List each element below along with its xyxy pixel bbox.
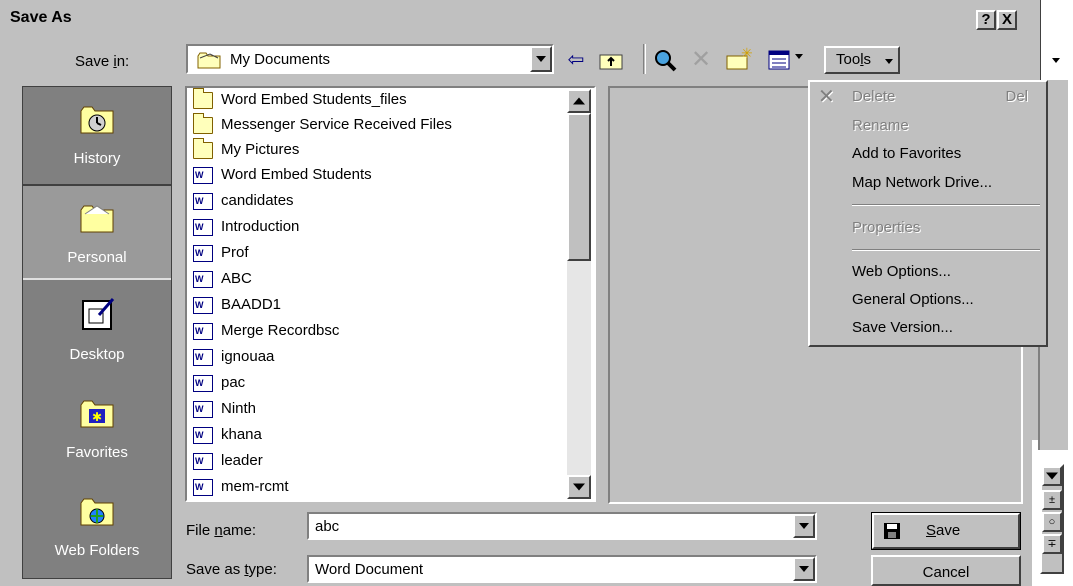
floppy-disk-icon — [884, 523, 900, 543]
menu-separator — [852, 204, 1040, 206]
tools-menu: ✕ Delete Del Rename Add to Favorites Map… — [808, 80, 1048, 347]
svg-text:✳: ✳ — [741, 47, 753, 61]
menu-item-delete[interactable]: ✕ Delete Del — [810, 84, 1046, 110]
list-item[interactable]: W Prof — [193, 241, 249, 265]
list-item[interactable]: Wkhana — [193, 423, 262, 447]
folder-icon — [196, 50, 224, 74]
place-desktop[interactable]: Desktop — [23, 283, 171, 379]
save-in-label: Save in: — [75, 53, 130, 70]
scroll-thumb[interactable] — [567, 113, 591, 261]
menu-item-properties[interactable]: Properties — [810, 215, 1046, 241]
word-document-icon: W — [193, 478, 213, 496]
chevron-down-icon[interactable] — [793, 514, 815, 538]
list-item[interactable]: Word Embed Students_files — [193, 87, 407, 112]
list-item[interactable]: W Merge Recordbsc — [193, 319, 339, 343]
svg-text:✱: ✱ — [92, 410, 102, 424]
toolbar-separator — [643, 44, 646, 74]
word-document-icon: W — [193, 218, 213, 236]
up-one-level-icon[interactable] — [597, 47, 625, 73]
folder-icon — [193, 137, 213, 159]
desktop-icon — [77, 297, 117, 333]
save-in-dropdown[interactable]: My Documents — [186, 44, 554, 74]
folder-icon — [193, 112, 213, 134]
scroll-up-button[interactable] — [567, 89, 591, 113]
place-favorites[interactable]: ✱ Favorites — [23, 381, 171, 477]
word-document-icon: W — [193, 270, 213, 288]
close-button[interactable]: X — [997, 10, 1017, 30]
list-item[interactable]: Wmem-rcmt — [193, 475, 289, 499]
menu-item-save-version[interactable]: Save Version... — [810, 315, 1046, 341]
dialog-title: Save As — [10, 9, 72, 26]
list-item[interactable]: Wpac — [193, 371, 245, 395]
place-history[interactable]: History — [23, 87, 171, 183]
background-scrollbar: ± ○ ∓ — [1040, 464, 1064, 574]
chevron-down-icon — [1042, 42, 1062, 72]
file-list-scrollbar[interactable] — [567, 89, 591, 499]
cancel-button[interactable]: Cancel — [871, 555, 1021, 586]
list-item[interactable]: W Ninth — [193, 397, 256, 421]
search-web-icon[interactable] — [652, 47, 680, 73]
place-label: Web Folders — [54, 542, 140, 559]
save-as-type-select[interactable]: Word Document — [307, 555, 817, 583]
menu-separator — [852, 249, 1040, 251]
word-document-icon: W — [193, 348, 213, 366]
back-icon[interactable]: ⇦ — [563, 47, 589, 73]
list-item[interactable]: W Introduction — [193, 215, 299, 239]
word-document-icon: W — [193, 452, 213, 470]
delete-icon[interactable]: ✕ — [688, 47, 714, 73]
place-label: Personal — [67, 249, 127, 266]
list-item[interactable]: Wignouaa — [193, 345, 274, 369]
folder-icon — [193, 87, 213, 109]
help-button[interactable]: ? — [976, 10, 996, 30]
list-item[interactable]: Messenger Service Received Files — [193, 112, 452, 137]
list-item[interactable]: W ABC — [193, 267, 252, 291]
file-name-input[interactable]: abc — [307, 512, 817, 540]
personal-folder-icon — [77, 200, 117, 236]
place-label: History — [73, 150, 121, 167]
word-document-icon: W — [193, 192, 213, 210]
favorites-icon: ✱ — [77, 395, 117, 431]
chevron-down-icon[interactable] — [793, 557, 815, 581]
file-name-label: File name: — [186, 522, 257, 539]
views-dropdown-arrow[interactable] — [795, 54, 803, 59]
list-item[interactable]: My Pictures — [193, 137, 299, 162]
file-list[interactable]: Word Embed Students_files Messenger Serv… — [185, 86, 596, 502]
history-icon — [77, 101, 117, 137]
word-document-icon: W — [193, 374, 213, 392]
list-item[interactable]: W Word Embed Students — [193, 163, 372, 187]
chevron-down-icon[interactable] — [530, 46, 552, 72]
menu-item-web-options[interactable]: Web Options... — [810, 259, 1046, 285]
views-icon[interactable] — [766, 47, 792, 73]
word-document-icon: W — [193, 400, 213, 418]
chevron-down-icon — [885, 59, 893, 64]
menu-item-add-to-favorites[interactable]: Add to Favorites — [810, 141, 1046, 167]
places-bar: History Personal Desktop ✱ Favorites Web… — [22, 86, 172, 579]
scroll-down-button[interactable] — [567, 475, 591, 499]
word-document-icon: W — [193, 322, 213, 340]
word-document-icon: W — [193, 296, 213, 314]
place-web-folders[interactable]: Web Folders — [23, 479, 171, 575]
list-item[interactable]: Wcandidates — [193, 189, 294, 213]
list-item[interactable]: Wleader — [193, 449, 263, 473]
save-in-value: My Documents — [230, 51, 331, 68]
new-folder-icon[interactable]: ✳ — [724, 45, 754, 73]
place-personal[interactable]: Personal — [23, 184, 171, 280]
word-document-icon: W — [193, 166, 213, 184]
save-button[interactable]: Save — [871, 512, 1021, 550]
save-as-type-label: Save as type: — [186, 561, 277, 578]
word-document-icon: W — [193, 244, 213, 262]
web-folders-icon — [77, 493, 117, 529]
place-label: Favorites — [66, 444, 128, 461]
tools-button[interactable]: Tools — [824, 46, 900, 74]
menu-item-general-options[interactable]: General Options... — [810, 287, 1046, 313]
list-item[interactable]: W BAADD1 — [193, 293, 281, 317]
place-label: Desktop — [69, 346, 125, 363]
delete-icon: ✕ — [818, 86, 835, 108]
menu-item-map-network-drive[interactable]: Map Network Drive... — [810, 170, 1046, 196]
menu-item-rename[interactable]: Rename — [810, 113, 1046, 139]
word-document-icon: W — [193, 426, 213, 444]
